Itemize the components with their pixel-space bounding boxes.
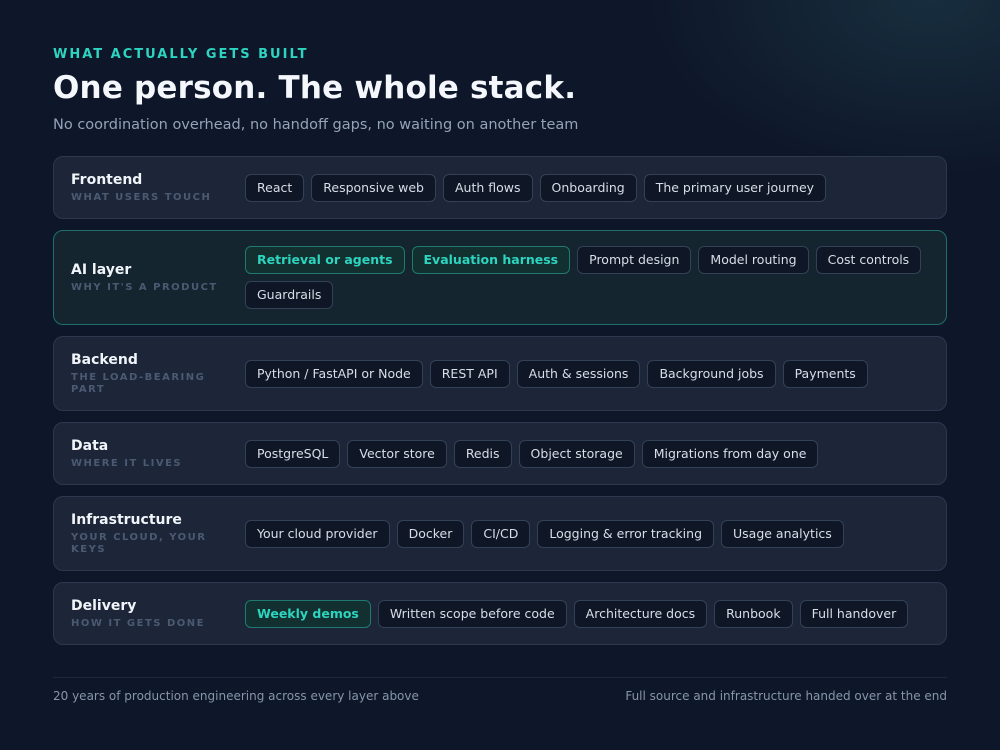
chip: Written scope before code [377,599,567,628]
chip: Runbook [714,599,793,628]
chip-list: Your cloud provider Docker CI/CD Logging… [245,519,930,548]
layer-label: Data WHERE IT LIVES [71,438,245,470]
chip: The primary user journey [643,173,827,202]
layer-subtitle: THE LOAD-BEARING PART [71,371,206,395]
chip: Background jobs [647,359,776,388]
layer-name: AI layer [71,261,132,278]
chip: Docker [396,519,465,548]
footer-left-note: 20 years of production engineering acros… [53,689,419,703]
layer-subtitle: HOW IT GETS DONE [71,617,205,629]
layer-subtitle: WHERE IT LIVES [71,457,183,469]
footer-right-note: Full source and infrastructure handed ov… [625,689,947,703]
chip-accent: Retrieval or agents [245,246,405,274]
chip: Architecture docs [573,599,708,628]
chip: Redis [453,439,512,468]
chip: Model routing [698,246,809,274]
chip-list: Python / FastAPI or Node REST API Auth &… [245,359,930,388]
chip: Your cloud provider [245,519,390,548]
layer-label: Frontend WHAT USERS TOUCH [71,172,245,204]
layer-row-delivery: Delivery HOW IT GETS DONE Weekly demos W… [53,582,947,645]
chip-list: PostgreSQL Vector store Redis Object sto… [245,439,930,468]
chip: Full handover [799,599,909,628]
chip: Prompt design [577,246,692,274]
layer-name: Infrastructure [71,511,182,528]
layer-row-infrastructure: Infrastructure YOUR CLOUD, YOUR KEYS You… [53,496,947,571]
chip: Object storage [518,439,635,468]
chip: Cost controls [815,246,922,274]
chip: Python / FastAPI or Node [245,359,423,388]
layer-name: Frontend [71,171,143,188]
layer-row-data: Data WHERE IT LIVES PostgreSQL Vector st… [53,422,947,485]
chip: Usage analytics [721,519,844,548]
layer-subtitle: WHAT USERS TOUCH [71,191,212,203]
chip-list: React Responsive web Auth flows Onboardi… [245,173,930,202]
chip: Auth & sessions [516,359,641,388]
eyebrow: WHAT ACTUALLY GETS BUILT [53,47,309,62]
chip: Responsive web [311,173,436,202]
page-title: One person. The whole stack. [53,70,577,106]
chip: Guardrails [245,281,334,309]
chip: REST API [429,359,510,388]
layer-name: Data [71,437,109,454]
chip: Logging & error tracking [537,519,715,548]
layer-row-backend: Backend THE LOAD-BEARING PART Python / F… [53,336,947,411]
chip: CI/CD [471,519,531,548]
stack-layers: Frontend WHAT USERS TOUCH React Responsi… [53,156,947,656]
layer-label: Delivery HOW IT GETS DONE [71,598,245,630]
layer-label: Infrastructure YOUR CLOUD, YOUR KEYS [71,512,245,556]
chip: Vector store [347,439,447,468]
layer-row-ai: AI layer WHY IT'S A PRODUCT Retrieval or… [53,230,947,325]
chip: Migrations from day one [641,439,819,468]
layer-label: AI layer WHY IT'S A PRODUCT [71,262,245,294]
chip-list: Weekly demos Written scope before code A… [245,599,930,628]
chip: Onboarding [539,173,637,202]
chip: Auth flows [442,173,533,202]
chip-accent: Evaluation harness [411,246,571,274]
layer-name: Delivery [71,597,137,614]
chip-list: Retrieval or agents Evaluation harness P… [245,246,930,309]
chip: Payments [782,359,868,388]
page-subtitle: No coordination overhead, no handoff gap… [53,117,579,133]
layer-name: Backend [71,351,138,368]
layer-label: Backend THE LOAD-BEARING PART [71,352,245,396]
layer-subtitle: WHY IT'S A PRODUCT [71,281,218,293]
chip: PostgreSQL [245,439,341,468]
footer-divider [53,677,947,678]
chip: React [245,173,305,202]
chip-accent: Weekly demos [245,599,371,628]
layer-row-frontend: Frontend WHAT USERS TOUCH React Responsi… [53,156,947,219]
layer-subtitle: YOUR CLOUD, YOUR KEYS [71,531,207,555]
